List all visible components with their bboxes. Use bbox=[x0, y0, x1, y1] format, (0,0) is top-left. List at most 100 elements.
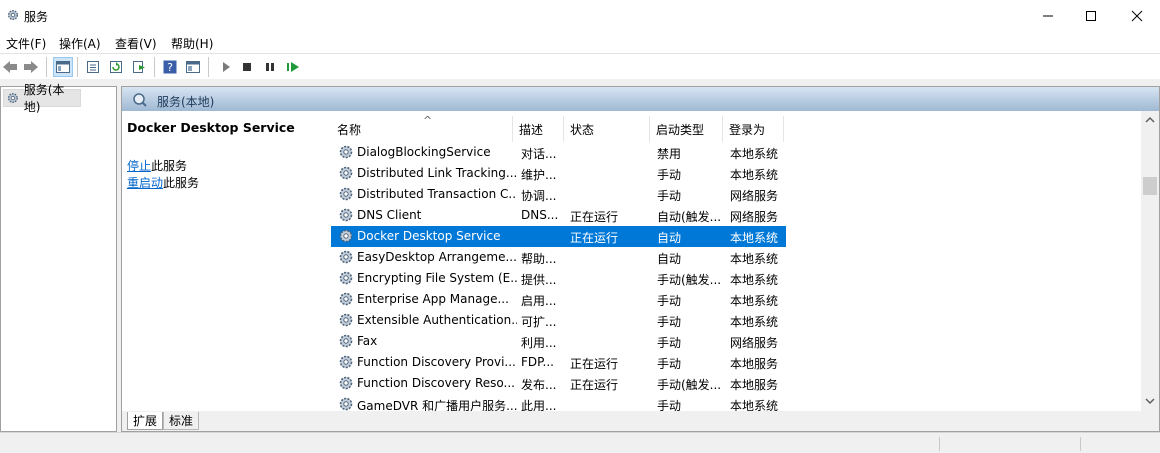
scrollbar-thumb[interactable] bbox=[1143, 177, 1157, 195]
status-separator bbox=[1080, 437, 1081, 451]
service-name-cell: Extensible Authentication... bbox=[357, 313, 517, 327]
service-startup-cell: 手动 bbox=[657, 336, 682, 350]
service-logon-cell: 本地系统 bbox=[730, 315, 779, 329]
column-header-desc[interactable]: 描述 bbox=[513, 116, 564, 142]
show-console-button[interactable] bbox=[184, 58, 202, 76]
menu-bar: 文件(F) 操作(A) 查看(V) 帮助(H) bbox=[0, 31, 1160, 53]
service-row[interactable]: Distributed Transaction C... 协调... 手动 网络服务 bbox=[331, 184, 786, 205]
restart-service-line: 重启动此服务 bbox=[127, 174, 199, 191]
service-desc-cell: 协调... bbox=[521, 189, 557, 203]
service-row[interactable]: DNS Client DNS... 正在运行 自动(触发... 网络服务 bbox=[331, 205, 786, 226]
status-bar bbox=[0, 432, 1160, 453]
service-row[interactable]: Encrypting File System (E... 提供... 手动(触发..… bbox=[331, 268, 786, 289]
service-name-cell: Function Discovery Reso... bbox=[357, 376, 515, 390]
service-name-cell: GameDVR 和广播用户服务... bbox=[357, 399, 517, 411]
start-service-button[interactable] bbox=[217, 58, 235, 76]
service-logon-cell: 本地系统 bbox=[730, 294, 779, 308]
service-logon-cell: 本地系统 bbox=[730, 399, 779, 411]
restart-service-link[interactable]: 重启动 bbox=[127, 176, 163, 190]
service-gear-icon bbox=[338, 249, 354, 265]
column-header-startup[interactable]: 启动类型 bbox=[650, 116, 723, 142]
menu-file[interactable]: 文件(F) bbox=[6, 35, 46, 52]
column-header-desc-label: 描述 bbox=[519, 122, 544, 137]
toolbar-separator bbox=[154, 57, 155, 77]
close-icon bbox=[1131, 10, 1143, 21]
maximize-button[interactable] bbox=[1068, 0, 1114, 31]
vertical-scrollbar[interactable] bbox=[1141, 111, 1159, 411]
service-row[interactable]: EasyDesktop Arrangeme... 帮助... 自动 本地系统 bbox=[331, 247, 786, 268]
service-startup-cell: 手动 bbox=[657, 168, 682, 182]
minimize-button[interactable] bbox=[1025, 0, 1071, 31]
service-desc-cell: 提供... bbox=[521, 273, 557, 287]
tab-extended[interactable]: 扩展 bbox=[127, 412, 164, 430]
service-gear-icon bbox=[338, 396, 354, 411]
service-gear-icon bbox=[338, 165, 354, 181]
tab-standard[interactable]: 标准 bbox=[163, 412, 200, 430]
stop-service-link[interactable]: 停止 bbox=[127, 159, 151, 173]
export-button[interactable] bbox=[130, 58, 148, 76]
service-startup-cell: 手动 bbox=[657, 315, 682, 329]
service-logon-cell: 本地系统 bbox=[730, 273, 779, 287]
service-startup-cell: 手动 bbox=[657, 357, 682, 371]
stop-service-line: 停止此服务 bbox=[127, 157, 187, 174]
search-gear-icon bbox=[133, 93, 147, 107]
service-row[interactable]: Function Discovery Provi... FDP... 正在运行 手动 本… bbox=[331, 352, 786, 373]
service-row[interactable]: Distributed Link Tracking... 维护... 手动 本地系统 bbox=[331, 163, 786, 184]
service-row[interactable]: Function Discovery Reso... 发布... 正在运行 手动(触发… bbox=[331, 373, 786, 394]
refresh-button[interactable] bbox=[107, 58, 125, 76]
column-header-status[interactable]: 状态 bbox=[564, 116, 650, 142]
service-startup-cell: 手动 bbox=[657, 189, 682, 203]
status-separator bbox=[939, 437, 940, 451]
pause-service-button[interactable] bbox=[261, 58, 279, 76]
help-button[interactable]: ? bbox=[161, 58, 179, 76]
toolbar-separator bbox=[46, 57, 47, 77]
tree-item-services-local[interactable]: 服务(本地) bbox=[3, 83, 81, 114]
title-bar[interactable]: 服务 bbox=[0, 0, 1160, 31]
column-header-logon-label: 登录为 bbox=[729, 122, 766, 137]
scroll-down-icon[interactable] bbox=[1145, 397, 1155, 405]
service-row[interactable]: DialogBlockingService 对话... 禁用 本地系统 bbox=[331, 142, 786, 163]
column-header-name-label: 名称 bbox=[337, 122, 362, 137]
view-tabs: 扩展 标准 bbox=[122, 411, 1159, 431]
properties-button[interactable] bbox=[84, 58, 102, 76]
service-name-cell: DNS Client bbox=[357, 208, 422, 222]
forward-button[interactable] bbox=[22, 58, 40, 76]
svg-text:?: ? bbox=[167, 61, 173, 74]
column-header-name[interactable]: 名称 ^ bbox=[331, 114, 513, 142]
service-desc-cell: 对话... bbox=[521, 147, 557, 161]
show-tree-icon bbox=[56, 61, 70, 73]
service-gear-icon bbox=[338, 291, 354, 307]
menu-action[interactable]: 操作(A) bbox=[59, 35, 101, 52]
service-gear-icon bbox=[338, 207, 354, 223]
service-startup-cell: 手动 bbox=[657, 399, 682, 411]
service-gear-icon bbox=[338, 186, 354, 202]
stop-service-button[interactable] bbox=[238, 58, 256, 76]
service-name-cell: DialogBlockingService bbox=[357, 145, 491, 159]
service-row[interactable]: Enterprise App Manage... 启用... 手动 本地系统 bbox=[331, 289, 786, 310]
service-startup-cell: 手动 bbox=[657, 294, 682, 308]
menu-help[interactable]: 帮助(H) bbox=[171, 35, 213, 52]
tree-item-label: 服务(本地) bbox=[23, 83, 65, 114]
close-button[interactable] bbox=[1114, 0, 1160, 31]
services-gear-icon bbox=[7, 9, 19, 21]
service-desc-cell: FDP... bbox=[521, 355, 554, 369]
menu-view[interactable]: 查看(V) bbox=[115, 35, 157, 52]
service-row[interactable]: Extensible Authentication... 可扩... 手动 本地系统 bbox=[331, 310, 786, 331]
service-gear-icon bbox=[338, 354, 354, 370]
service-gear-icon bbox=[338, 375, 354, 391]
service-row[interactable]: Fax 利用... 手动 网络服务 bbox=[331, 331, 786, 352]
back-button[interactable] bbox=[1, 58, 19, 76]
service-startup-cell: 自动(触发... bbox=[657, 210, 722, 224]
column-header-logon[interactable]: 登录为 bbox=[723, 116, 784, 142]
service-row[interactable]: Docker Desktop Service 正在运行 自动 本地系统 bbox=[331, 226, 786, 247]
service-name-cell: Docker Desktop Service bbox=[357, 229, 501, 243]
service-startup-cell: 自动 bbox=[657, 252, 682, 266]
service-desc-cell: 维护... bbox=[521, 168, 557, 182]
service-row[interactable]: GameDVR 和广播用户服务... 此用... 手动 本地系统 bbox=[331, 394, 786, 411]
service-gear-icon bbox=[338, 333, 354, 349]
scroll-up-icon[interactable] bbox=[1145, 116, 1155, 124]
restart-service-button[interactable] bbox=[284, 58, 302, 76]
service-status-cell: 正在运行 bbox=[570, 210, 619, 224]
service-name-cell: Distributed Link Tracking... bbox=[357, 166, 517, 180]
show-tree-button[interactable] bbox=[53, 57, 73, 77]
